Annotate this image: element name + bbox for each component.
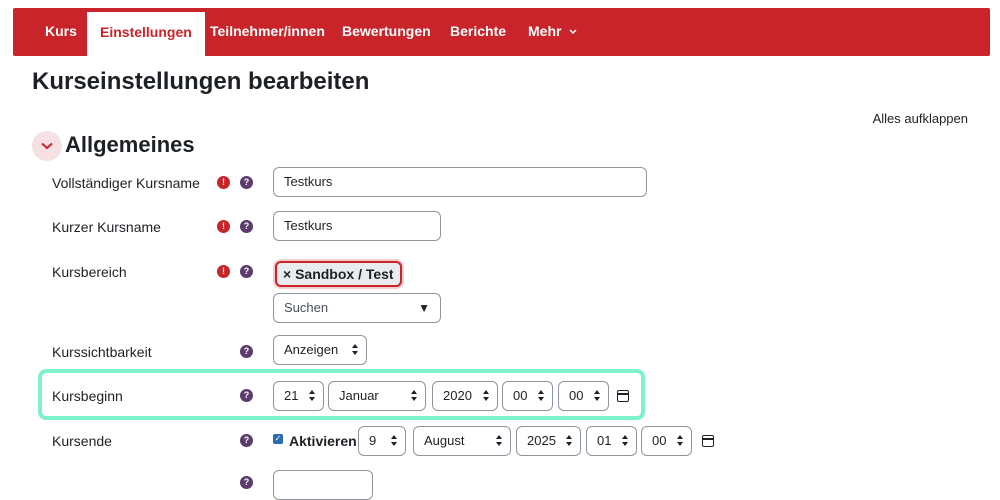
startdate-hour-select[interactable]: 00 [502, 381, 553, 411]
startdate-minute-value: 00 [569, 388, 584, 403]
enddate-minute-select[interactable]: 00 [641, 426, 692, 456]
enddate-day-value: 9 [369, 433, 377, 448]
shortname-label: Kurzer Kursname [52, 219, 161, 235]
select-arrows-icon [622, 435, 628, 447]
tab-kurs[interactable]: Kurs [45, 8, 77, 56]
top-nav: Kurs Einstellungen Teilnehmer/innen Bewe… [13, 8, 990, 56]
enddate-minute-value: 00 [652, 433, 667, 448]
enddate-hour-value: 01 [597, 433, 612, 448]
tab-einstellungen[interactable]: Einstellungen [87, 12, 205, 56]
enddate-label: Kursende [52, 433, 112, 449]
help-icon[interactable]: ? [240, 220, 253, 233]
startdate-year-select[interactable]: 2020 [432, 381, 498, 411]
select-arrows-icon [594, 390, 600, 402]
calendar-icon[interactable] [617, 390, 629, 402]
tab-berichte[interactable]: Berichte [450, 8, 506, 56]
category-search-placeholder: Suchen [284, 300, 329, 315]
select-arrows-icon [496, 435, 502, 447]
visibility-select[interactable]: Anzeigen [273, 335, 367, 365]
startdate-day-select[interactable]: 21 [273, 381, 324, 411]
chevron-down-icon [569, 9, 577, 55]
expand-all-link[interactable]: Alles aufklappen [873, 111, 968, 126]
help-icon[interactable]: ? [240, 176, 253, 189]
shortname-input[interactable]: Testkurs [273, 211, 441, 241]
enddate-hour-select[interactable]: 01 [586, 426, 637, 456]
help-icon[interactable]: ? [240, 389, 253, 402]
required-icon: ! [217, 176, 230, 189]
page-title: Kurseinstellungen bearbeiten [32, 68, 370, 95]
startdate-month-value: Januar [339, 388, 379, 403]
tab-teilnehmer[interactable]: Teilnehmer/innen [210, 8, 325, 56]
visibility-value: Anzeigen [284, 342, 339, 357]
startdate-day-value: 21 [284, 388, 299, 403]
visibility-label: Kurssichtbarkeit [52, 344, 152, 360]
help-icon[interactable]: ? [240, 476, 253, 489]
enddate-year-value: 2025 [527, 433, 556, 448]
section-title: Allgemeines [65, 132, 195, 157]
select-arrows-icon [391, 435, 397, 447]
fullname-label: Vollständiger Kursname [52, 175, 200, 191]
enddate-day-select[interactable]: 9 [358, 426, 406, 456]
section-collapse-button[interactable] [32, 131, 62, 161]
startdate-minute-select[interactable]: 00 [558, 381, 609, 411]
startdate-year-value: 2020 [443, 388, 472, 403]
help-icon[interactable]: ? [240, 265, 253, 278]
category-label: Kursbereich [52, 264, 127, 280]
startdate-label: Kursbeginn [52, 388, 123, 404]
startdate-hour-value: 00 [513, 388, 528, 403]
select-arrows-icon [483, 390, 489, 402]
startdate-month-select[interactable]: Januar [328, 381, 426, 411]
select-arrows-icon [352, 344, 358, 356]
enddate-year-select[interactable]: 2025 [516, 426, 581, 456]
next-field-input[interactable] [273, 470, 373, 500]
enddate-month-select[interactable]: August [413, 426, 511, 456]
calendar-icon[interactable] [702, 435, 714, 447]
tab-mehr-label: Mehr [528, 23, 562, 39]
chevron-down-icon [41, 142, 53, 150]
enddate-enable-checkbox[interactable]: ✓ [273, 434, 283, 444]
select-arrows-icon [677, 435, 683, 447]
help-icon[interactable]: ? [240, 434, 253, 447]
category-selected-tag[interactable]: × Sandbox / Test [275, 261, 402, 287]
select-arrows-icon [566, 435, 572, 447]
required-icon: ! [217, 265, 230, 278]
required-icon: ! [217, 220, 230, 233]
select-arrows-icon [309, 390, 315, 402]
select-arrows-icon [538, 390, 544, 402]
tab-mehr[interactable]: Mehr [528, 8, 577, 56]
enddate-month-value: August [424, 433, 465, 448]
dropdown-caret-icon[interactable]: ▼ [418, 294, 430, 322]
tab-bewertungen[interactable]: Bewertungen [342, 8, 431, 56]
category-search-input[interactable]: Suchen ▼ [273, 293, 441, 323]
help-icon[interactable]: ? [240, 345, 253, 358]
enddate-enable-label[interactable]: Aktivieren [289, 433, 357, 449]
select-arrows-icon [411, 390, 417, 402]
fullname-input[interactable]: Testkurs [273, 167, 647, 197]
